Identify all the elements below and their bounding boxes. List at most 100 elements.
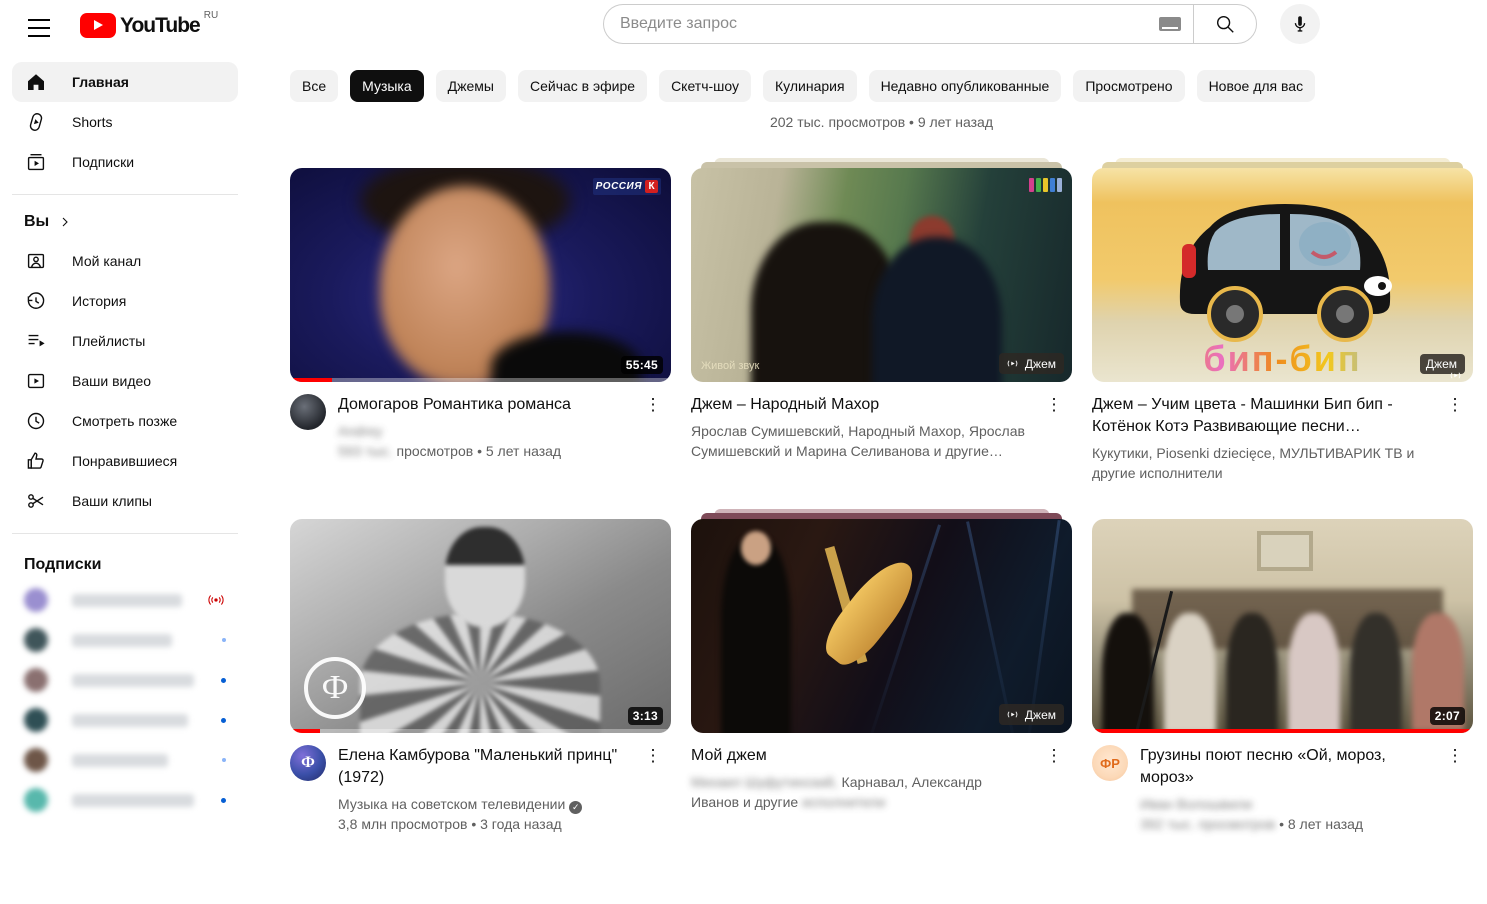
video-title[interactable]: Мой джем: [691, 745, 1030, 767]
new-content-dot: [222, 758, 226, 762]
new-content-dot: [221, 718, 226, 723]
chip-jams[interactable]: Джемы: [436, 70, 506, 102]
home-icon: [24, 70, 48, 94]
sidebar-label: Мой канал: [72, 253, 141, 269]
channel-name-blurred[interactable]: Andrey: [338, 423, 382, 439]
chip-watched[interactable]: Просмотрено: [1073, 70, 1184, 102]
subscription-channel[interactable]: [12, 660, 238, 700]
subscription-channel[interactable]: [12, 780, 238, 820]
sidebar-item-your-clips[interactable]: Ваши клипы: [12, 481, 238, 521]
sidebar-item-shorts[interactable]: Shorts: [12, 102, 238, 142]
video-thumbnail[interactable]: Джем: [691, 519, 1072, 733]
channel-avatar-blurred: [24, 588, 48, 612]
video-thumbnail[interactable]: 2:07: [1092, 519, 1473, 733]
video-card[interactable]: РОССИЯК 55:45 Домогаров Романтика романс…: [290, 158, 671, 483]
video-thumbnail[interactable]: РОССИЯК 55:45: [290, 168, 671, 382]
video-thumbnail[interactable]: Живой звук Джем: [691, 168, 1072, 382]
region-label: RU: [204, 10, 218, 21]
video-meta: 3,8 млн просмотров • 3 года назад: [338, 814, 629, 834]
tv-logo-watermark: Ф: [304, 657, 366, 719]
chip-cooking[interactable]: Кулинария: [763, 70, 857, 102]
watch-progress-bar: [290, 378, 332, 382]
video-thumbnail[interactable]: бип-бип Джем: [1092, 168, 1473, 382]
channel-name-blurred: [72, 794, 194, 807]
channel-avatar[interactable]: Ф: [290, 745, 326, 781]
chip-recently-uploaded[interactable]: Недавно опубликованные: [869, 70, 1062, 102]
chip-sketch-shows[interactable]: Скетч-шоу: [659, 70, 751, 102]
scissors-icon: [24, 489, 48, 513]
search-box[interactable]: [603, 4, 1193, 44]
more-options-button[interactable]: ⋮: [1042, 745, 1066, 812]
duration-badge: 2:07: [1430, 707, 1465, 725]
video-card[interactable]: Ф 3:13 Ф Елена Камбурова "Маленький прин…: [290, 509, 671, 834]
search-icon: [1214, 13, 1236, 35]
spacer: [290, 509, 671, 519]
video-title[interactable]: Домогаров Романтика романса: [338, 394, 629, 416]
sidebar: Главная Shorts Подписки Вы Мой канал Ист…: [0, 56, 250, 820]
sidebar-item-home[interactable]: Главная: [12, 62, 238, 102]
subscription-channel[interactable]: [12, 700, 238, 740]
subscription-channel[interactable]: [12, 580, 238, 620]
video-card[interactable]: бип-бип Джем Джем – Учим цвета - Машинки…: [1092, 158, 1473, 483]
sidebar-item-playlists[interactable]: Плейлисты: [12, 321, 238, 361]
chip-new-to-you[interactable]: Новое для вас: [1197, 70, 1316, 102]
channel-avatar-blurred: [24, 628, 48, 652]
channel-name-blurred: [72, 594, 182, 607]
chip-music[interactable]: Музыка: [350, 70, 424, 102]
chevron-right-icon: [57, 214, 73, 230]
history-icon: [24, 289, 48, 313]
sidebar-item-watch-later[interactable]: Смотреть позже: [12, 401, 238, 441]
spacer: [290, 158, 671, 168]
voice-search-button[interactable]: [1280, 4, 1320, 44]
more-options-button[interactable]: ⋮: [641, 745, 665, 834]
search-input[interactable]: [620, 15, 1151, 33]
mix-badge: Джем: [999, 704, 1064, 725]
watch-progress-bar: [1092, 729, 1473, 733]
video-thumbnail[interactable]: Ф 3:13: [290, 519, 671, 733]
video-meta: 202 тыс. просмотров • 9 лет назад: [691, 114, 1072, 130]
subscription-channel[interactable]: [12, 620, 238, 660]
sidebar-item-history[interactable]: История: [12, 281, 238, 321]
mix-badge: Джем: [999, 353, 1064, 374]
keyboard-icon[interactable]: [1159, 17, 1181, 31]
mix-icon: [1448, 368, 1463, 382]
channel-name-blurred[interactable]: Иван Волошвили: [1140, 796, 1252, 812]
more-options-button[interactable]: ⋮: [1042, 394, 1066, 461]
more-options-button[interactable]: ⋮: [641, 394, 665, 461]
sidebar-label: Главная: [72, 74, 129, 90]
sidebar-item-my-channel[interactable]: Мой канал: [12, 241, 238, 281]
youtube-logo[interactable]: YouTube RU: [80, 13, 218, 38]
sidebar-item-your-videos[interactable]: Ваши видео: [12, 361, 238, 401]
video-meta: 593 тыс. просмотров • 5 лет назад: [338, 441, 629, 461]
channel-avatar[interactable]: ФР: [1092, 745, 1128, 781]
playlist-stack-edge: [1092, 158, 1473, 168]
channel-avatar[interactable]: [290, 394, 326, 430]
channel-name-blurred: [72, 634, 172, 647]
video-title[interactable]: Елена Камбурова "Маленький принц" (1972): [338, 745, 629, 789]
more-options-button[interactable]: ⋮: [1443, 745, 1467, 834]
hamburger-menu-button[interactable]: [24, 16, 54, 40]
video-card[interactable]: 2:07 ФР Грузины поют песню «Ой, мороз, м…: [1092, 509, 1473, 834]
video-title[interactable]: Джем – Народный Махор: [691, 394, 1030, 416]
sidebar-label: Плейлисты: [72, 333, 145, 349]
chip-all[interactable]: Все: [290, 70, 338, 102]
video-title[interactable]: Джем – Учим цвета - Машинки Бип бип - Ко…: [1092, 394, 1431, 438]
channel-name[interactable]: Музыка на советском телевидении✓: [338, 794, 629, 814]
more-options-button[interactable]: ⋮: [1443, 394, 1467, 483]
logo-text: YouTube: [120, 13, 200, 38]
sidebar-item-liked-videos[interactable]: Понравившиеся: [12, 441, 238, 481]
verified-badge-icon: ✓: [569, 801, 582, 814]
sidebar-you-section[interactable]: Вы: [12, 207, 238, 241]
video-card[interactable]: Джем Мой джем Михаил Шуфутинский, Карнав…: [691, 509, 1072, 834]
video-card[interactable]: Живой звук Джем Джем – Народный Махор Яр…: [691, 158, 1072, 483]
live-sound-watermark: Живой звук: [701, 360, 759, 372]
subscription-channel[interactable]: [12, 740, 238, 780]
chip-live[interactable]: Сейчас в эфире: [518, 70, 647, 102]
search-button[interactable]: [1193, 4, 1257, 44]
mix-badge: Джем: [1420, 354, 1465, 374]
video-title[interactable]: Грузины поют песню «Ой, мороз, мороз»: [1140, 745, 1431, 789]
playlist-stack-edge: [691, 509, 1072, 519]
sidebar-item-subscriptions[interactable]: Подписки: [12, 142, 238, 182]
filter-chips-bar: Все Музыка Джемы Сейчас в эфире Скетч-шо…: [290, 70, 1487, 102]
sidebar-label: Подписки: [72, 154, 134, 170]
